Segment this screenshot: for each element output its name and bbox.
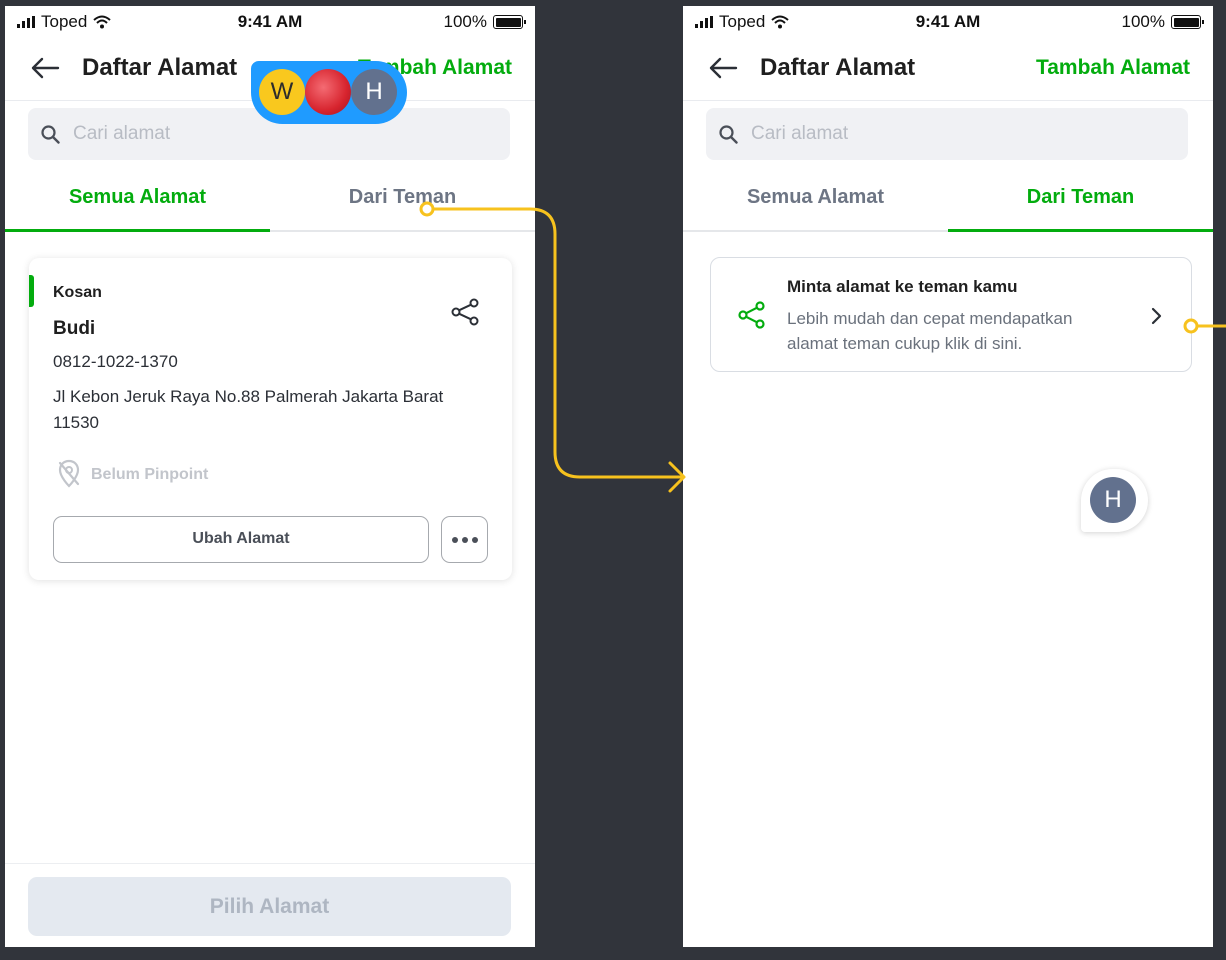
request-description: Lebih mudah dan cepat mendapatkan alamat… <box>787 309 1073 353</box>
address-label: Kosan <box>53 284 102 301</box>
battery-icon <box>493 15 526 29</box>
share-icon[interactable] <box>449 296 481 328</box>
header: Daftar Alamat Tambah Alamat <box>683 46 1213 100</box>
back-arrow-icon[interactable] <box>707 56 739 80</box>
collaborator-avatars: W H <box>251 61 407 124</box>
avatar-h: H <box>1090 477 1136 523</box>
tab-semua-alamat[interactable]: Semua Alamat <box>5 186 270 209</box>
tab-active-indicator <box>5 229 270 232</box>
recipient-phone: 0812-1022-1370 <box>53 352 178 371</box>
search-placeholder: Cari alamat <box>751 123 849 144</box>
address-street: Jl Kebon Jeruk Raya No.88 Palmerah Jakar… <box>53 387 444 432</box>
request-title: Minta alamat ke teman kamu <box>787 277 1018 296</box>
tab-bar: Semua Alamat Dari Teman <box>683 174 1213 232</box>
page-title: Daftar Alamat <box>760 54 916 81</box>
page-title: Daftar Alamat <box>82 54 238 81</box>
battery-icon <box>1171 15 1204 29</box>
pinpoint-status: Belum Pinpoint <box>91 466 209 483</box>
search-icon <box>719 125 738 144</box>
avatar-w: W <box>259 69 305 115</box>
footer-divider <box>5 863 535 864</box>
status-bar: Toped 9:41 AM 100% <box>5 6 535 36</box>
tab-active-indicator <box>948 229 1213 232</box>
choose-address-button[interactable]: Pilih Alamat <box>28 877 511 936</box>
edit-address-button[interactable]: Ubah Alamat <box>53 516 429 563</box>
flow-arrowhead <box>668 461 686 493</box>
battery-percent: 100% <box>443 12 487 31</box>
pinpoint-off-icon <box>58 459 80 488</box>
back-arrow-icon[interactable] <box>29 56 61 80</box>
status-bar: Toped 9:41 AM 100% <box>683 6 1213 36</box>
status-right: 100% <box>1121 12 1204 32</box>
more-options-button[interactable] <box>441 516 488 563</box>
avatar-h: H <box>351 69 397 115</box>
screen-daftar-alamat-teman: Toped 9:41 AM 100% Daftar Alamat Tambah … <box>683 6 1213 947</box>
header-divider <box>683 100 1213 101</box>
floating-collaborator: H <box>1081 469 1148 532</box>
request-address-card[interactable]: Minta alamat ke teman kamu Lebih mudah d… <box>710 257 1192 372</box>
status-right: 100% <box>443 12 526 32</box>
tab-bar: Semua Alamat Dari Teman <box>5 174 535 232</box>
screen-daftar-alamat-semua: Toped 9:41 AM 100% Daftar Alamat Tambah … <box>5 6 535 947</box>
search-bar[interactable]: Cari alamat <box>706 108 1188 160</box>
tab-semua-alamat[interactable]: Semua Alamat <box>683 186 948 209</box>
chevron-right-icon <box>1151 307 1162 325</box>
tab-dari-teman[interactable]: Dari Teman <box>270 186 535 209</box>
primary-address-marker <box>29 275 34 307</box>
battery-percent: 100% <box>1121 12 1165 31</box>
search-placeholder: Cari alamat <box>73 123 171 144</box>
address-card: Kosan Budi 0812-1022-1370 Jl Kebon Jeruk… <box>29 258 512 580</box>
add-address-link[interactable]: Tambah Alamat <box>1036 56 1190 80</box>
recipient-name: Budi <box>53 318 96 339</box>
more-dots-icon <box>452 537 478 543</box>
tab-dari-teman[interactable]: Dari Teman <box>948 186 1213 209</box>
avatar-photo <box>305 69 351 115</box>
search-icon <box>41 125 60 144</box>
share-icon <box>738 301 765 329</box>
